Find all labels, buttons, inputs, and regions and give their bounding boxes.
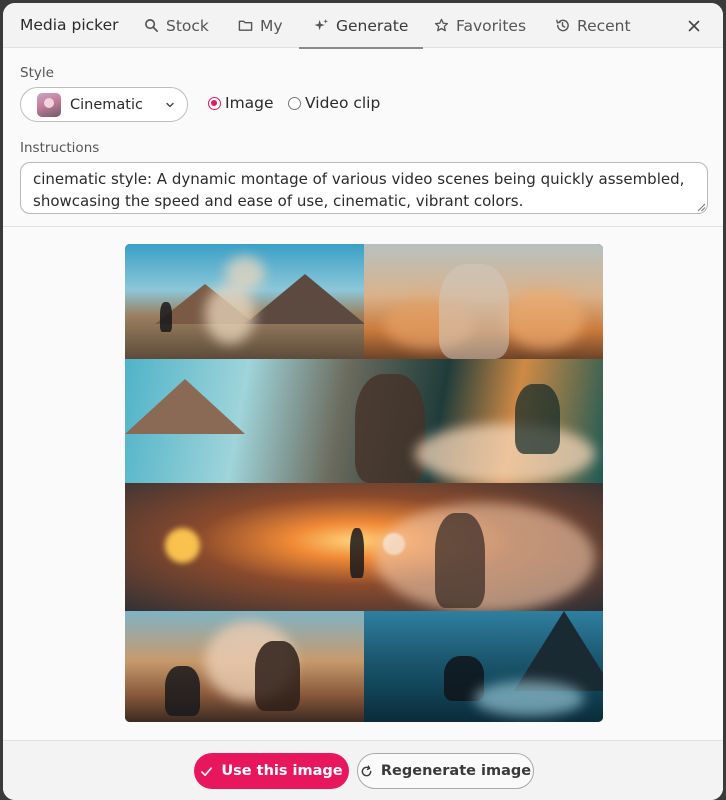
radio-image-indicator[interactable] — [208, 96, 221, 110]
style-dropdown-value: Cinematic — [70, 96, 143, 113]
history-icon — [556, 19, 569, 32]
radio-image[interactable]: Image — [208, 94, 274, 112]
dialog-title: Media picker — [20, 16, 119, 34]
media-picker-dialog: Media picker Stock My Generate Favorites… — [3, 3, 723, 800]
regenerate-image-label: Regenerate image — [380, 763, 532, 779]
style-dropdown[interactable]: Cinematic — [20, 87, 188, 122]
radio-video-clip-label: Video clip — [305, 94, 381, 112]
radio-video-clip[interactable]: Video clip — [288, 94, 380, 112]
dialog-footer: Use this image Regenerate image — [3, 740, 723, 800]
resize-grip-icon[interactable] — [696, 202, 706, 212]
folder-icon — [238, 20, 253, 31]
tab-recent-label: Recent — [577, 16, 631, 35]
image-panel-tumble — [125, 611, 364, 722]
dialog-header: Media picker Stock My Generate Favorites… — [3, 3, 723, 49]
tab-my-label: My — [260, 16, 283, 35]
tab-favorites[interactable]: Favorites — [434, 3, 526, 48]
tab-stock-label: Stock — [166, 16, 209, 35]
instructions-textarea[interactable]: cinematic style: A dynamic montage of va… — [20, 162, 708, 214]
style-label: Style — [20, 65, 54, 81]
chevron-down-icon — [166, 102, 174, 108]
section-divider — [3, 226, 723, 227]
style-thumbnail — [37, 92, 61, 117]
generated-image — [125, 244, 603, 722]
tab-my[interactable]: My — [238, 3, 283, 48]
use-this-image-button[interactable]: Use this image — [194, 753, 349, 789]
search-icon — [145, 19, 158, 32]
image-panel-sunset-ball — [125, 483, 603, 611]
tab-recent[interactable]: Recent — [555, 3, 631, 48]
close-button[interactable] — [685, 17, 703, 35]
image-panel-runner — [364, 244, 603, 359]
image-panel-cyclist — [125, 244, 364, 359]
radio-image-label: Image — [225, 94, 274, 112]
regenerate-image-button[interactable]: Regenerate image — [357, 753, 534, 789]
use-this-image-label: Use this image — [221, 763, 343, 779]
image-panel-woman-road — [125, 359, 603, 483]
tab-stock[interactable]: Stock — [144, 3, 209, 48]
star-icon — [434, 18, 449, 32]
image-panel-water — [364, 611, 603, 722]
tab-generate-label: Generate — [336, 16, 409, 35]
close-icon — [688, 20, 700, 32]
tab-favorites-label: Favorites — [456, 16, 527, 35]
tab-generate[interactable]: Generate — [299, 3, 424, 49]
check-icon — [201, 766, 213, 776]
instructions-label: Instructions — [20, 140, 100, 156]
refresh-icon — [361, 765, 372, 776]
radio-video-clip-indicator[interactable] — [288, 96, 301, 110]
sparkle-icon — [314, 18, 329, 31]
